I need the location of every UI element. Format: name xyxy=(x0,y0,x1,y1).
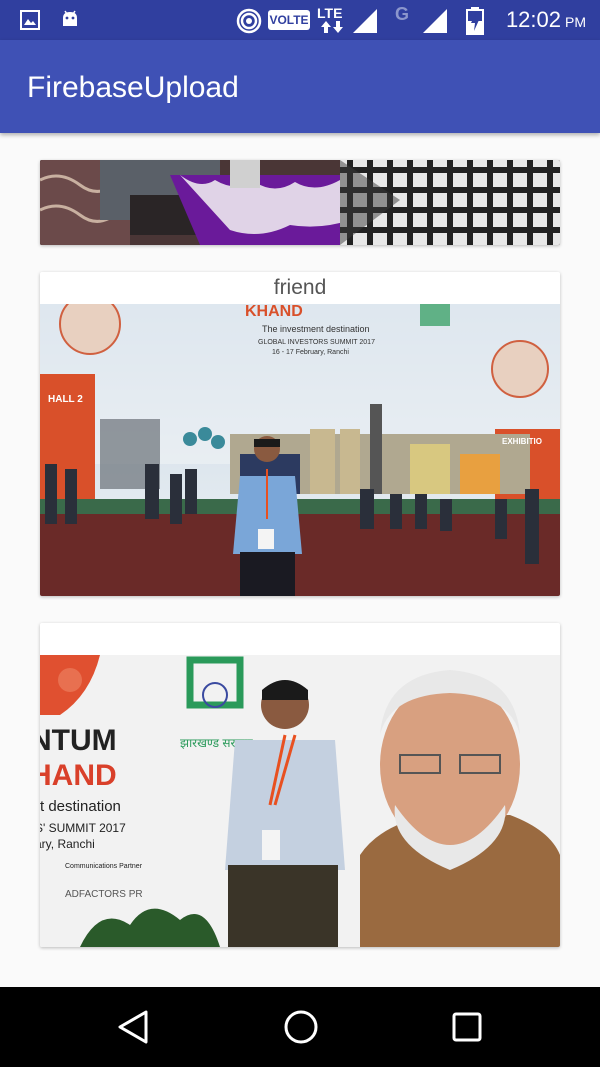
svg-text:Communications Partner: Communications Partner xyxy=(65,863,143,870)
status-bar: VOLTE LTE G 12:02 PM xyxy=(0,0,600,40)
signal-icon-2 xyxy=(423,9,447,33)
photo-image: KHAND The investment destination GLOBAL … xyxy=(40,304,560,596)
recents-icon[interactable] xyxy=(451,1009,483,1045)
clock: 12:02 PM xyxy=(506,7,586,33)
back-icon[interactable] xyxy=(116,1009,150,1045)
upload-card[interactable]: NTUM HAND t destination S' SUMMIT 2017 a… xyxy=(40,623,560,947)
g-label: G xyxy=(395,4,410,24)
svg-text:HALL 2: HALL 2 xyxy=(48,394,83,405)
svg-text:GLOBAL INVESTORS SUMMIT 2017: GLOBAL INVESTORS SUMMIT 2017 xyxy=(258,339,375,346)
volte-badge: VOLTE xyxy=(268,10,310,30)
android-notification-icon xyxy=(63,10,77,26)
svg-text:KHAND: KHAND xyxy=(245,304,303,320)
svg-text:EXHIBITIO: EXHIBITIO xyxy=(502,437,542,446)
battery-charging-icon xyxy=(466,7,484,35)
app-title: FirebaseUpload xyxy=(27,71,239,104)
svg-text:ary, Ranchi: ary, Ranchi xyxy=(40,837,95,851)
app-bar: FirebaseUpload xyxy=(0,40,600,133)
hotspot-icon xyxy=(236,8,262,34)
photo-image xyxy=(40,160,560,245)
svg-text:S' SUMMIT 2017: S' SUMMIT 2017 xyxy=(40,821,126,835)
upload-card[interactable] xyxy=(40,160,560,245)
clock-ampm: PM xyxy=(565,14,586,30)
gallery-notification-icon xyxy=(20,10,40,30)
svg-text:NTUM: NTUM xyxy=(40,724,117,757)
svg-text:The investment destination: The investment destination xyxy=(262,324,370,334)
upload-photo[interactable]: KHAND The investment destination GLOBAL … xyxy=(40,304,560,596)
clock-time: 12:02 xyxy=(505,7,561,32)
lte-label: LTE xyxy=(317,5,343,21)
card-title xyxy=(40,623,560,655)
home-icon[interactable] xyxy=(283,1009,319,1045)
svg-text:t destination: t destination xyxy=(40,798,121,815)
navigation-bar xyxy=(0,987,600,1067)
upload-photo[interactable] xyxy=(40,160,560,245)
upload-list[interactable]: friend KHAND The investment destination … xyxy=(0,133,600,987)
upload-photo[interactable]: NTUM HAND t destination S' SUMMIT 2017 a… xyxy=(40,655,560,947)
photo-image: NTUM HAND t destination S' SUMMIT 2017 a… xyxy=(40,655,560,947)
upload-card[interactable]: friend KHAND The investment destination … xyxy=(40,272,560,596)
card-title: friend xyxy=(273,276,327,299)
svg-text:16 - 17 February, Ranchi: 16 - 17 February, Ranchi xyxy=(272,349,349,356)
data-arrows-icon xyxy=(321,21,343,33)
svg-text:ADFACTORS PR: ADFACTORS PR xyxy=(65,889,143,900)
svg-text:HAND: HAND xyxy=(40,759,117,792)
signal-icon xyxy=(353,9,377,33)
